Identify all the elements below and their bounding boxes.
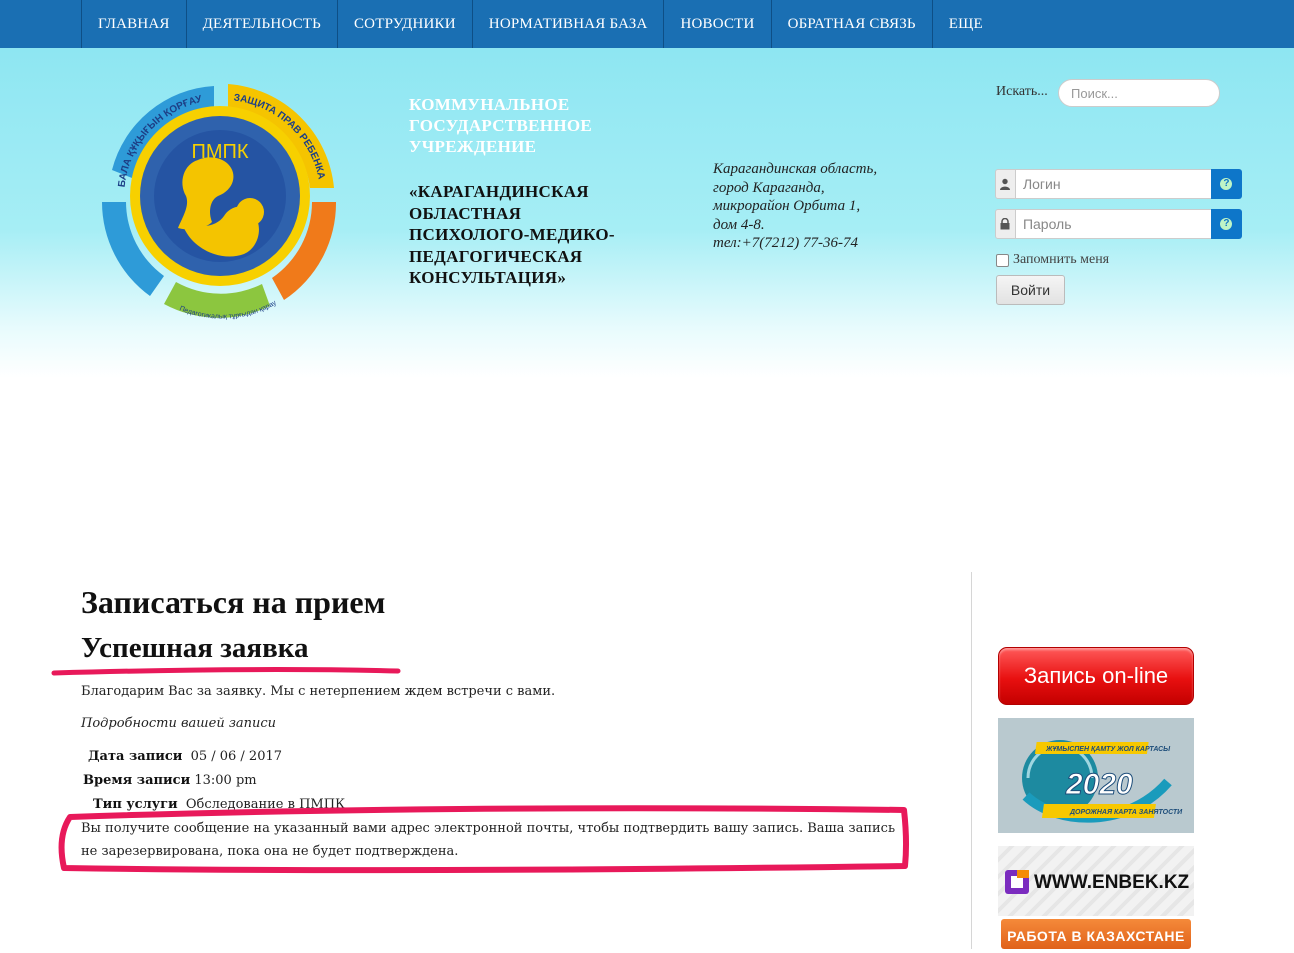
lock-icon [995, 209, 1016, 239]
detail-row-service: Тип услуги Обследование в ПМПК [93, 797, 345, 812]
detail-row-date: Дата записи 05 / 06 / 2017 [88, 749, 282, 764]
top-navigation: ГЛАВНАЯ ДЕЯТЕЛЬНОСТЬ СОТРУДНИКИ НОРМАТИВ… [0, 0, 1294, 48]
address-line: микрорайон Орбита 1, [713, 198, 861, 214]
detail-label: Дата записи [88, 749, 183, 764]
annotation-underline [51, 667, 401, 676]
org-name: «КАРАГАНДИНСКАЯ ОБЛАСТНАЯ ПСИХОЛОГО-МЕДИ… [409, 182, 615, 287]
detail-value: 05 / 06 / 2017 [190, 749, 283, 764]
remember-label: Запомнить меня [1013, 252, 1110, 267]
remember-checkbox[interactable] [996, 253, 1009, 267]
remember-me[interactable]: Запомнить меня [996, 252, 1109, 268]
nav-item-regulations[interactable]: НОРМАТИВНАЯ БАЗА [471, 0, 664, 48]
detail-value: Обследование в ПМПК [185, 797, 346, 812]
nav-item-feedback[interactable]: ОБРАТНАЯ СВЯЗЬ [770, 0, 932, 48]
enbek-banner[interactable]: WWW.ENBEK.KZ [998, 846, 1194, 916]
address-line: город Караганда, [713, 179, 825, 196]
address-line: дом 4-8. [713, 216, 765, 233]
nav-item-staff[interactable]: СОТРУДНИКИ [336, 0, 472, 48]
detail-value: 13:00 pm [194, 773, 257, 788]
search-input[interactable] [1058, 79, 1220, 107]
contact-address: Карагандинская область, город Караганда,… [713, 160, 913, 253]
enbek-logo-icon [1005, 870, 1029, 894]
svg-text:ПМПК: ПМПК [191, 141, 248, 163]
user-icon [995, 169, 1016, 199]
nav-item-activity[interactable]: ДЕЯТЕЛЬНОСТЬ [185, 0, 337, 48]
password-field[interactable] [1015, 209, 1211, 239]
rabota-kz-banner[interactable]: РАБОТА В КАЗАХСТАНЕ [1001, 919, 1191, 949]
question-icon: ? [1220, 178, 1233, 190]
address-line: Карагандинская область, [713, 161, 878, 177]
nav-menu: ГЛАВНАЯ ДЕЯТЕЛЬНОСТЬ СОТРУДНИКИ НОРМАТИВ… [81, 0, 999, 48]
nav-item-news[interactable]: НОВОСТИ [663, 0, 770, 48]
username-field[interactable] [1015, 169, 1211, 199]
phone-number: тел:+7(7212) 77-36-74 [713, 235, 859, 251]
login-button[interactable]: Войти [996, 275, 1065, 305]
svg-text:ЖҰМЫСПЕН ҚАМТУ ЖОЛ КАРТАСЫ: ЖҰМЫСПЕН ҚАМТУ ЖОЛ КАРТАСЫ [1045, 746, 1171, 753]
username-help-button[interactable]: ? [1210, 169, 1242, 199]
confirmation-note: Вы получите сообщение на указанный вами … [81, 821, 896, 859]
roadmap-2020-banner[interactable]: ЖҰМЫСПЕН ҚАМТУ ЖОЛ КАРТАСЫ 2020 ДОРОЖНАЯ… [998, 718, 1194, 833]
detail-label: Тип услуги [93, 797, 178, 812]
nav-item-home[interactable]: ГЛАВНАЯ [81, 0, 186, 48]
thanks-text: Благодарим Вас за заявку. Мы с нетерпени… [81, 684, 556, 699]
svg-text:ДОРОЖНАЯ КАРТА ЗАНЯТОСТИ: ДОРОЖНАЯ КАРТА ЗАНЯТОСТИ [1069, 809, 1183, 816]
page-title: Записаться на прием [81, 584, 386, 620]
svg-text:2020: 2020 [1065, 768, 1133, 801]
org-type: КОММУНАЛЬНОЕ ГОСУДАРСТВЕННОЕ УЧРЕЖДЕНИЕ [409, 95, 592, 156]
details-heading: Подробности вашей записи [81, 716, 277, 731]
online-booking-button[interactable]: Запись on-line [998, 647, 1194, 705]
column-divider [971, 572, 972, 949]
success-heading: Успешная заявка [81, 632, 309, 664]
question-icon: ? [1220, 218, 1233, 230]
globe-icon: ЖҰМЫСПЕН ҚАМТУ ЖОЛ КАРТАСЫ 2020 ДОРОЖНАЯ… [1022, 740, 1183, 823]
detail-label: Время записи [83, 773, 191, 788]
detail-row-time: Время записи 13:00 pm [83, 773, 257, 788]
password-row: ? [995, 209, 1242, 239]
password-help-button[interactable]: ? [1210, 209, 1242, 239]
nav-item-more[interactable]: ЕЩЕ [931, 0, 999, 48]
enbek-label: WWW.ENBEK.KZ [1034, 872, 1190, 893]
username-row: ? [995, 169, 1242, 199]
search-label: Искать... [996, 84, 1048, 99]
pmpk-logo[interactable]: ПМПК БАЛА ҚҰҚЫҒЫН ҚОРҒАУ ЗАЩИТА ПРАВ РЕБ… [94, 78, 348, 328]
